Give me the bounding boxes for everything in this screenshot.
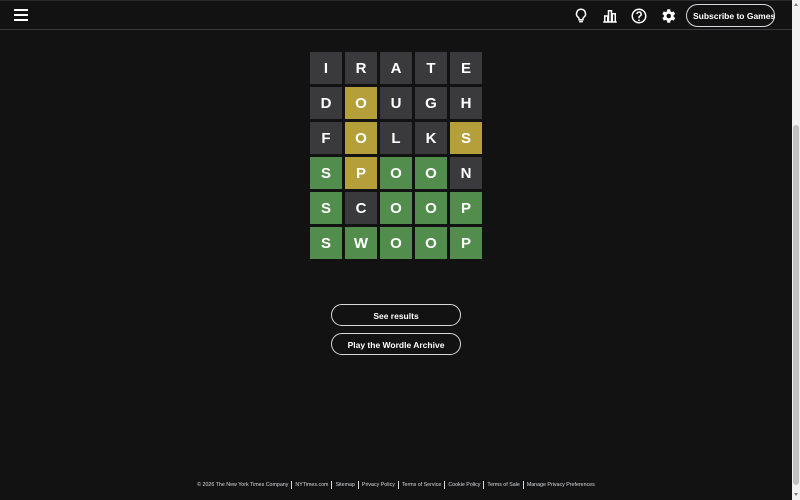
tile-r6-c1: S [310,227,342,259]
footer-copyright: © 2026 The New York Times Company [194,481,293,489]
wordle-page: Subscribe to Games IRATEDOUGHFOLKSSPOONS… [0,0,800,500]
scrollbar-thumb[interactable] [793,125,799,485]
tile-r4-c1: S [310,157,342,189]
tile-r3-c1: F [310,122,342,154]
footer-link-cookie-policy[interactable]: Cookie Policy [448,482,480,488]
tile-r4-c3: O [380,157,412,189]
wordle-archive-button[interactable]: Play the Wordle Archive [331,333,461,355]
tile-r6-c2: W [345,227,377,259]
stats-bar-chart-icon[interactable] [601,7,619,25]
tile-r6-c5: P [450,227,482,259]
tile-r2-c2: O [345,87,377,119]
menu-icon[interactable] [14,9,28,21]
help-question-icon[interactable] [630,7,648,25]
subscribe-button[interactable]: Subscribe to Games [686,4,775,27]
hint-lightbulb-icon[interactable] [572,7,590,25]
tile-r4-c5: N [450,157,482,189]
scroll-up-arrow-icon[interactable] [794,3,798,6]
vertical-scrollbar[interactable] [792,0,800,500]
tile-r3-c4: K [415,122,447,154]
tile-r1-c4: T [415,52,447,84]
settings-gear-icon[interactable] [659,7,677,25]
tile-r1-c5: E [450,52,482,84]
tile-r6-c3: O [380,227,412,259]
footer-link-sitemap[interactable]: Sitemap [335,482,354,488]
see-results-button[interactable]: See results [331,304,461,326]
top-navigation-bar: Subscribe to Games [0,0,792,30]
tile-r3-c3: L [380,122,412,154]
footer-link-privacy-policy[interactable]: Privacy Policy [362,482,395,488]
tile-r2-c5: H [450,87,482,119]
tile-r1-c3: A [380,52,412,84]
scroll-down-arrow-icon[interactable] [794,493,798,496]
game-board: IRATEDOUGHFOLKSSPOONSCOOPSWOOP [310,52,482,259]
tile-r5-c3: O [380,192,412,224]
tile-r5-c5: P [450,192,482,224]
footer-link-nytimes[interactable]: NYTimes.com [295,482,328,488]
tile-r5-c4: O [415,192,447,224]
tile-r5-c1: S [310,192,342,224]
tile-r3-c5: S [450,122,482,154]
tile-r2-c3: U [380,87,412,119]
tile-r2-c1: D [310,87,342,119]
tile-r3-c2: O [345,122,377,154]
footer-link-privacy-preferences[interactable]: Manage Privacy Preferences [527,482,595,488]
footer-link-terms-of-service[interactable]: Terms of Service [402,482,441,488]
tile-r1-c1: I [310,52,342,84]
tile-r1-c2: R [345,52,377,84]
page-footer: © 2026 The New York Times Company NYTimes… [0,481,792,489]
footer-link-terms-of-sale[interactable]: Terms of Sale [487,482,519,488]
tile-r5-c2: C [345,192,377,224]
tile-r2-c4: G [415,87,447,119]
tile-r6-c4: O [415,227,447,259]
tile-r4-c2: P [345,157,377,189]
tile-r4-c4: O [415,157,447,189]
